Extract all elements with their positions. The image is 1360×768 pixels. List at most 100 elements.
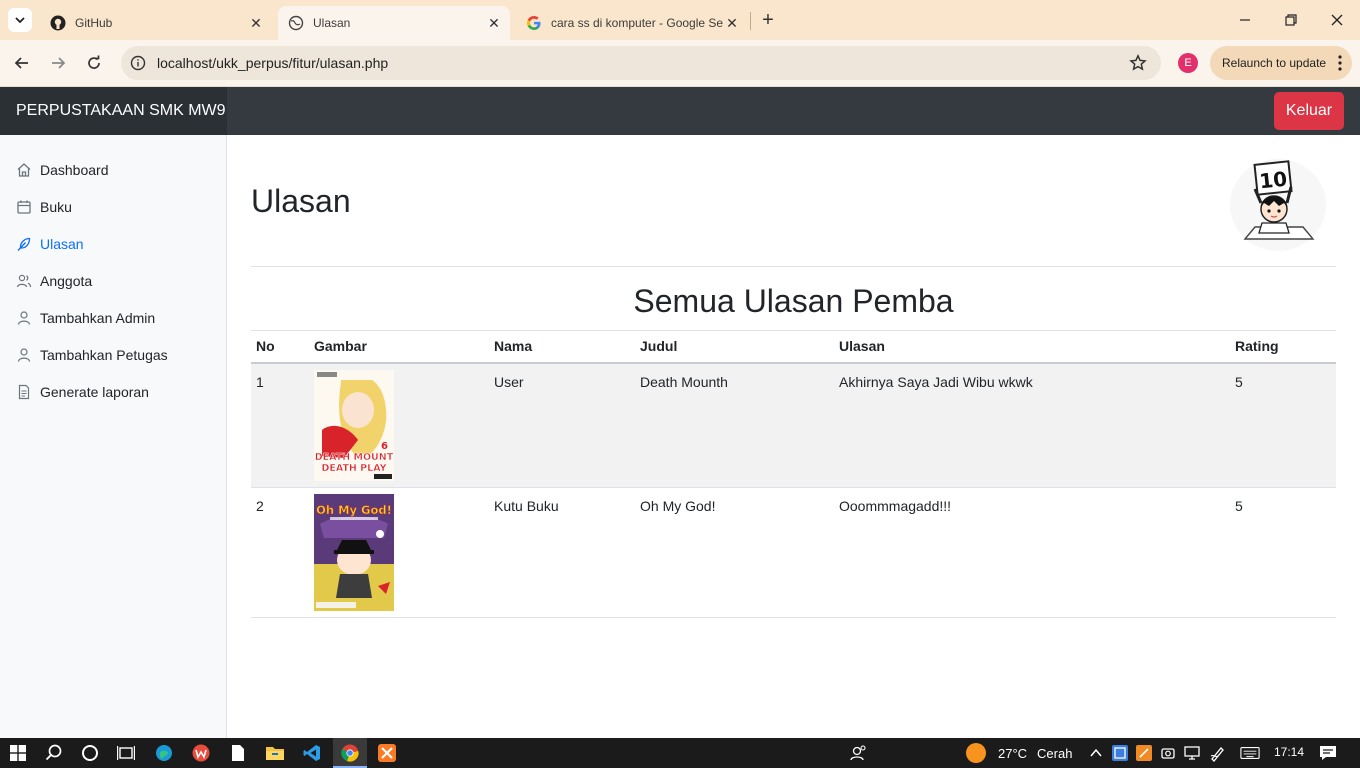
- taskbar-file-explorer[interactable]: [265, 743, 285, 763]
- cell-no: 2: [251, 487, 309, 618]
- tray-app-2[interactable]: [1134, 743, 1154, 763]
- windows-taskbar: 27°C Cerah 17:14: [0, 738, 1360, 768]
- camera-icon: [1161, 748, 1175, 759]
- tab-search-button[interactable]: [8, 8, 32, 32]
- tray-network[interactable]: [1182, 743, 1202, 763]
- home-icon: [16, 162, 32, 178]
- forward-button[interactable]: [46, 51, 70, 75]
- file-text-icon: [16, 384, 32, 400]
- cover-title-bottom: DEATH PLAY: [321, 463, 386, 474]
- column-header-gambar: Gambar: [309, 330, 489, 364]
- search-button[interactable]: [44, 743, 64, 763]
- sidebar-item-tambahkan-admin[interactable]: Tambahkan Admin: [16, 306, 155, 330]
- sidebar: Dashboard Buku Ulasan Anggota Tambahkan …: [0, 135, 227, 738]
- tab-github[interactable]: GitHub ✕: [40, 6, 272, 40]
- weather-widget[interactable]: 27°C Cerah: [966, 743, 1072, 763]
- table-row: 2 Oh My God! Kutu Buku Oh My God! Ooommm…: [251, 487, 1336, 618]
- network-icon: [1184, 746, 1200, 760]
- close-icon: [1331, 14, 1343, 26]
- sidebar-item-tambahkan-petugas[interactable]: Tambahkan Petugas: [16, 343, 168, 367]
- close-icon[interactable]: ✕: [724, 15, 740, 31]
- chevron-up-icon: [1090, 748, 1102, 757]
- reviews-table: No Gambar Nama Judul Ulasan Rating 1 6 D…: [251, 330, 1336, 618]
- taskbar-xampp[interactable]: [377, 743, 397, 763]
- logout-button[interactable]: Keluar: [1274, 92, 1344, 130]
- restore-button[interactable]: [1268, 0, 1314, 40]
- column-header-ulasan: Ulasan: [834, 330, 1230, 364]
- sidebar-item-label: Dashboard: [40, 162, 109, 178]
- github-icon: [50, 15, 66, 31]
- sidebar-item-buku[interactable]: Buku: [16, 195, 72, 219]
- taskbar-wps[interactable]: [191, 743, 211, 763]
- close-icon[interactable]: ✕: [486, 15, 502, 31]
- notification-center-button[interactable]: [1318, 743, 1338, 763]
- tray-camera[interactable]: [1158, 743, 1178, 763]
- start-button[interactable]: [8, 743, 28, 763]
- feather-icon: [16, 236, 32, 252]
- tab-google-search[interactable]: cara ss di komputer - Google Se ✕: [516, 6, 748, 40]
- column-header-no: No: [251, 330, 309, 364]
- more-vertical-icon[interactable]: [1338, 54, 1342, 72]
- column-header-judul: Judul: [635, 330, 834, 364]
- section-title: Semua Ulasan Pemba: [633, 283, 954, 319]
- weather-condition: Cerah: [1037, 745, 1073, 761]
- sidebar-item-dashboard[interactable]: Dashboard: [16, 158, 109, 182]
- vscode-icon: [303, 745, 320, 761]
- tray-app-1[interactable]: [1110, 743, 1130, 763]
- taskbar-edge[interactable]: [154, 743, 174, 763]
- minimize-icon: [1240, 19, 1250, 21]
- sidebar-item-anggota[interactable]: Anggota: [16, 269, 92, 293]
- wps-office-icon: [192, 744, 210, 762]
- calendar-icon: [16, 199, 32, 215]
- reload-button[interactable]: [82, 51, 106, 75]
- google-icon: [526, 15, 542, 31]
- chrome-icon: [341, 744, 359, 762]
- taskbar-clock[interactable]: 17:14: [1274, 745, 1304, 759]
- page-title: Ulasan: [251, 183, 351, 219]
- taskbar-chrome[interactable]: [340, 743, 360, 763]
- show-hidden-icons-button[interactable]: [1086, 743, 1106, 763]
- sidebar-item-generate-laporan[interactable]: Generate laporan: [16, 380, 149, 404]
- restore-icon: [1285, 14, 1297, 26]
- profile-avatar[interactable]: E: [1178, 53, 1198, 73]
- user-icon: [16, 310, 32, 326]
- app-navbar: PERPUSTAKAAN SMK MW9 Keluar: [0, 87, 1360, 135]
- address-bar[interactable]: localhost/ukk_perpus/fitur/ulasan.php: [121, 46, 1161, 80]
- table-header-row: No Gambar Nama Judul Ulasan Rating: [251, 330, 1336, 364]
- window-close-button[interactable]: [1314, 0, 1360, 40]
- app-brand[interactable]: PERPUSTAKAAN SMK MW9: [0, 87, 227, 135]
- tray-pen[interactable]: [1208, 743, 1228, 763]
- column-header-nama: Nama: [489, 330, 635, 364]
- taskbar-vscode[interactable]: [302, 743, 322, 763]
- keyboard-icon: [1240, 747, 1260, 759]
- cortana-button[interactable]: [80, 743, 100, 763]
- cell-gambar: Oh My God!: [309, 487, 489, 618]
- tab-separator: [750, 12, 751, 30]
- tab-ulasan[interactable]: Ulasan ✕: [278, 6, 510, 40]
- main-content: Ulasan 10 Semua Ulasan Pemba No Gambar N…: [227, 135, 1360, 738]
- url-text[interactable]: localhost/ukk_perpus/fitur/ulasan.php: [157, 55, 388, 71]
- sun-icon: [966, 743, 986, 763]
- info-icon[interactable]: [130, 55, 146, 71]
- minimize-button[interactable]: [1222, 0, 1268, 40]
- tab-title: Ulasan: [313, 16, 351, 30]
- tray-keyboard[interactable]: [1240, 743, 1260, 763]
- people-button[interactable]: [848, 743, 868, 763]
- relaunch-button[interactable]: Relaunch to update: [1210, 46, 1352, 80]
- bookmark-star-icon[interactable]: [1129, 54, 1147, 72]
- back-button[interactable]: [10, 51, 34, 75]
- sidebar-item-ulasan[interactable]: Ulasan: [16, 232, 84, 256]
- new-tab-button[interactable]: +: [758, 9, 778, 31]
- cell-ulasan: Akhirnya Saya Jadi Wibu wkwk: [834, 362, 1230, 488]
- close-icon[interactable]: ✕: [248, 15, 264, 31]
- pen-icon: [1210, 747, 1224, 762]
- task-view-button[interactable]: [116, 743, 136, 763]
- edge-icon: [156, 745, 172, 761]
- people-icon: [850, 745, 866, 761]
- mascot-illustration: 10: [1230, 159, 1326, 251]
- arrow-left-icon: [14, 57, 28, 69]
- table-row: 1 6 DEATH MOUNT DEATH PLAY User Death Mo…: [251, 362, 1336, 488]
- document-icon: [232, 745, 244, 761]
- taskbar-notepad[interactable]: [228, 743, 248, 763]
- tray-app-icon: [1136, 745, 1152, 761]
